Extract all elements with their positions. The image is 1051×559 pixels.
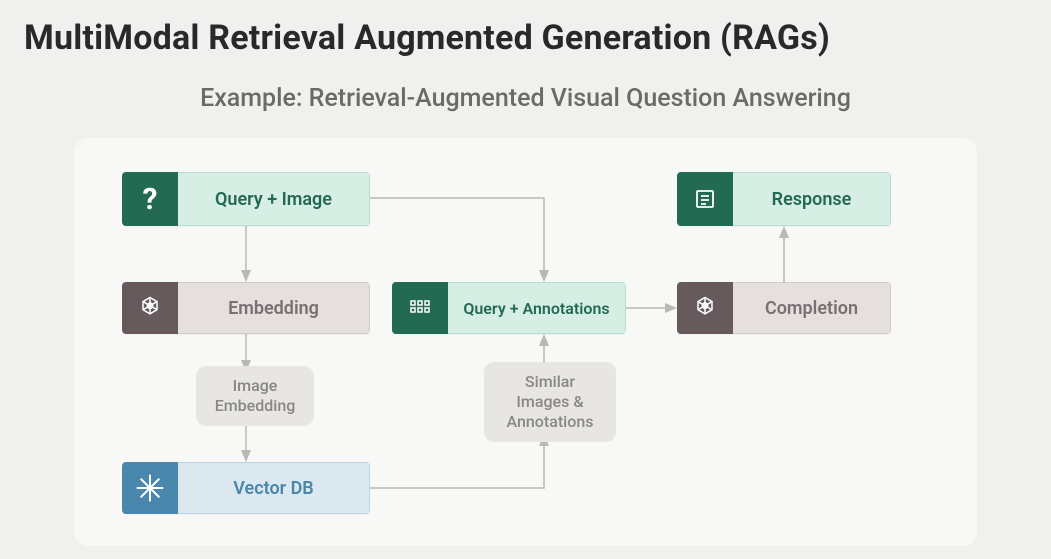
node-label: Query + Annotations (448, 282, 626, 334)
node-response: Response (677, 172, 891, 226)
page-title: MultiModal Retrieval Augmented Generatio… (24, 18, 830, 58)
node-label: Embedding (178, 282, 370, 334)
doc-icon (677, 172, 733, 226)
node-embedding: Embedding (122, 282, 370, 334)
grid-icon (392, 282, 448, 334)
node-vector-db: Vector DB (122, 462, 370, 514)
node-label: Query + Image (178, 172, 370, 226)
node-label: Response (733, 172, 891, 226)
node-query-image: ? Query + Image (122, 172, 370, 226)
star-icon (122, 462, 178, 514)
node-completion: Completion (677, 282, 891, 334)
node-label: Vector DB (178, 462, 370, 514)
page-subtitle: Example: Retrieval-Augmented Visual Ques… (0, 84, 1051, 113)
openai-icon (677, 282, 733, 334)
annotation-similar-images: SimilarImages &Annotations (484, 362, 616, 442)
question-icon: ? (122, 172, 178, 226)
node-label: Completion (733, 282, 891, 334)
openai-icon (122, 282, 178, 334)
annotation-image-embedding: ImageEmbedding (196, 366, 314, 426)
node-query-annotations: Query + Annotations (392, 282, 626, 334)
diagram-panel: ? Query + Image Embedding Vector DB (74, 138, 977, 546)
